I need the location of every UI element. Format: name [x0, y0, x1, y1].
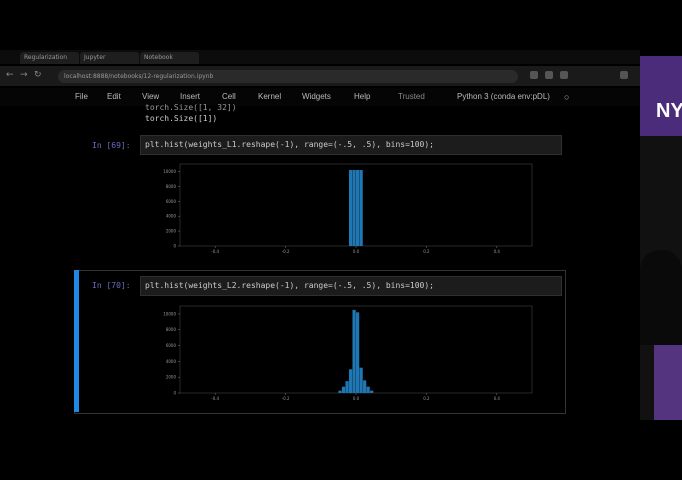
histogram-bar	[356, 312, 360, 393]
menu-cell[interactable]: Cell	[222, 92, 236, 101]
output-line: torch.Size([1])	[145, 114, 218, 123]
y-tick-label: 4000	[166, 214, 177, 219]
x-tick-label: -0.4	[211, 396, 219, 401]
y-tick-label: 0	[173, 391, 176, 396]
kernel-status-icon: ○	[564, 92, 570, 102]
menu-insert[interactable]: Insert	[180, 92, 200, 101]
extension-icon[interactable]	[530, 71, 538, 79]
back-icon[interactable]: ←	[6, 70, 14, 80]
x-tick-label: 0.2	[423, 396, 430, 401]
menu-view[interactable]: View	[142, 92, 159, 101]
code-text: plt.hist(weights_L1.reshape(-1), range=(…	[145, 140, 434, 149]
x-tick-label: 0.4	[494, 396, 501, 401]
menu-help[interactable]: Help	[354, 92, 370, 101]
x-tick-label: 0.0	[353, 249, 360, 254]
x-tick-label: 0.0	[353, 396, 360, 401]
y-tick-label: 8000	[166, 184, 177, 189]
menu-edit[interactable]: Edit	[107, 92, 121, 101]
browser-tab[interactable]: Notebook	[140, 52, 199, 64]
tab-title: Notebook	[144, 54, 173, 61]
y-tick-label: 4000	[166, 359, 177, 364]
histogram-bar	[359, 169, 363, 246]
x-tick-label: 0.2	[423, 249, 430, 254]
nyu-logo: NY	[656, 100, 682, 122]
extension-icon[interactable]	[545, 71, 553, 79]
histogram-bar	[352, 169, 356, 246]
selected-cell-indicator	[74, 270, 79, 412]
x-tick-label: 0.4	[494, 249, 501, 254]
histogram-bar	[345, 381, 349, 393]
kernel-name[interactable]: Python 3 (conda env:pDL)	[457, 92, 550, 101]
tab-title: Jupyter	[84, 54, 106, 61]
menu-widgets[interactable]: Widgets	[302, 92, 331, 101]
histogram-bar	[341, 386, 346, 393]
x-tick-label: -0.2	[282, 396, 290, 401]
url-text: localhost:8888/notebooks/12-regularizati…	[64, 73, 214, 80]
y-tick-label: 0	[173, 244, 176, 249]
histogram-bar	[359, 367, 363, 393]
histogram-l2: 0 2000 4000 6000 8000 10000 -0.4 -0.2 0.0 0.2 0.4	[163, 305, 533, 401]
forward-icon[interactable]: →	[20, 70, 28, 80]
extension-icon[interactable]	[560, 71, 568, 79]
histogram-bar	[356, 169, 360, 246]
histogram-bar	[352, 309, 356, 393]
menu-file[interactable]: File	[75, 92, 88, 101]
menu-icon[interactable]	[620, 71, 628, 79]
output-line: torch.Size([1, 32])	[145, 103, 237, 112]
presenter-silhouette	[640, 250, 682, 345]
histogram-bar	[348, 169, 353, 246]
trusted-indicator[interactable]: Trusted	[398, 92, 425, 101]
x-tick-label: -0.4	[211, 249, 219, 254]
menu-kernel[interactable]: Kernel	[258, 92, 281, 101]
y-tick-label: 10000	[163, 169, 176, 174]
cell-prompt: In [70]:	[92, 281, 131, 290]
y-tick-label: 6000	[166, 343, 177, 348]
tab-title: Regularization	[24, 54, 67, 61]
code-text: plt.hist(weights_L2.reshape(-1), range=(…	[145, 281, 434, 290]
url-field[interactable]: localhost:8888/notebooks/12-regularizati…	[58, 70, 518, 83]
y-tick-label: 6000	[166, 199, 177, 204]
histogram-l1: 0 2000 4000 6000 8000 10000 -0.4 -0.2 0.0 0.2 0.4	[163, 163, 533, 254]
y-tick-label: 10000	[163, 311, 176, 316]
histogram-bar	[366, 386, 370, 393]
y-tick-label: 2000	[166, 229, 177, 234]
browser-tab[interactable]: Jupyter	[80, 52, 139, 64]
histogram-bar	[348, 369, 353, 393]
histogram-bar	[338, 390, 342, 393]
cell-prompt: In [69]:	[92, 141, 131, 150]
brand-banner	[640, 56, 682, 136]
histogram-bar	[363, 380, 367, 393]
x-tick-label: -0.2	[282, 249, 290, 254]
y-tick-label: 8000	[166, 327, 177, 332]
browser-tab[interactable]: Regularization	[20, 52, 79, 64]
brand-backdrop	[654, 345, 682, 420]
histogram-bar	[370, 390, 374, 393]
y-tick-label: 2000	[166, 375, 177, 380]
reload-icon[interactable]: ↻	[34, 70, 42, 80]
